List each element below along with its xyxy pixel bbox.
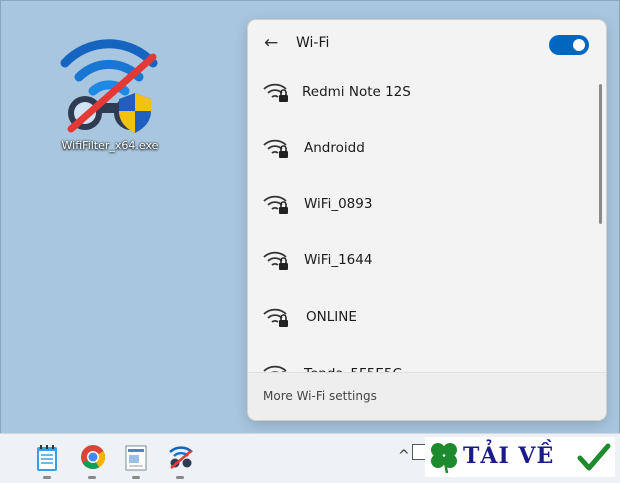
running-indicator bbox=[176, 476, 184, 479]
tray-notification-icon[interactable] bbox=[412, 444, 426, 460]
wifi-locked-icon bbox=[263, 308, 288, 327]
watermark-text: TẢI VỀ bbox=[463, 443, 555, 469]
wifi-locked-icon bbox=[263, 139, 288, 158]
network-ssid: WiFi_0893 bbox=[304, 196, 373, 212]
panel-footer: More Wi-Fi settings bbox=[248, 372, 606, 420]
chrome-icon bbox=[81, 445, 106, 470]
network-ssid: ONLINE bbox=[306, 309, 357, 325]
document-viewer-icon bbox=[125, 445, 147, 471]
network-item[interactable]: ONLINE bbox=[248, 289, 598, 345]
network-ssid: Redmi Note 12S bbox=[302, 84, 411, 100]
network-ssid: Androidd bbox=[304, 140, 365, 156]
network-item[interactable]: WiFi_0893 bbox=[248, 176, 598, 232]
checkmark-icon bbox=[577, 443, 611, 471]
network-item[interactable]: Androidd bbox=[248, 120, 598, 176]
more-wifi-settings-link[interactable]: More Wi-Fi settings bbox=[263, 389, 377, 403]
panel-header: ← Wi-Fi bbox=[248, 20, 606, 68]
wifi-filter-icon bbox=[169, 446, 193, 469]
network-list: Redmi Note 12S Androidd WiFi_0893 WiFi_1644… bbox=[248, 64, 598, 372]
watermark-logo: TẢI VỀ bbox=[425, 437, 615, 477]
taskbar-app-document[interactable] bbox=[118, 442, 154, 479]
wifi-locked-icon bbox=[263, 195, 288, 214]
desktop-shortcut-wififilter[interactable]: WifiFilter_x64.exe bbox=[55, 37, 165, 157]
wifi-locked-icon bbox=[263, 365, 287, 372]
taskbar-app-notepad[interactable] bbox=[29, 442, 65, 479]
network-item[interactable]: WiFi_1644 bbox=[248, 232, 598, 288]
wifi-toggle[interactable] bbox=[549, 35, 589, 55]
back-arrow-icon[interactable]: ← bbox=[264, 33, 280, 53]
running-indicator bbox=[43, 476, 51, 479]
wifi-filter-app-icon bbox=[60, 39, 158, 133]
wifi-locked-icon bbox=[263, 251, 288, 270]
notepad-icon bbox=[37, 445, 57, 471]
clover-icon bbox=[431, 443, 457, 474]
panel-title: Wi-Fi bbox=[296, 35, 330, 51]
desktop-icon-label: WifiFilter_x64.exe bbox=[61, 139, 159, 152]
network-item[interactable]: Redmi Note 12S bbox=[248, 64, 598, 120]
network-item[interactable]: Tenda_5F5E5C bbox=[248, 346, 598, 372]
toggle-knob bbox=[573, 39, 585, 51]
running-indicator bbox=[88, 476, 96, 479]
wifi-locked-icon bbox=[263, 83, 288, 102]
taskbar-app-chrome[interactable] bbox=[74, 442, 110, 479]
wifi-quick-settings-panel: ← Wi-Fi Redmi Note 12S Androidd WiFi_0893 W… bbox=[248, 20, 606, 420]
network-ssid: WiFi_1644 bbox=[304, 252, 373, 268]
tray-chevron-icon[interactable]: ^ bbox=[398, 448, 412, 464]
network-list-scrollbar[interactable] bbox=[599, 84, 602, 224]
taskbar-app-wififilter[interactable] bbox=[162, 442, 198, 479]
running-indicator bbox=[132, 476, 140, 479]
